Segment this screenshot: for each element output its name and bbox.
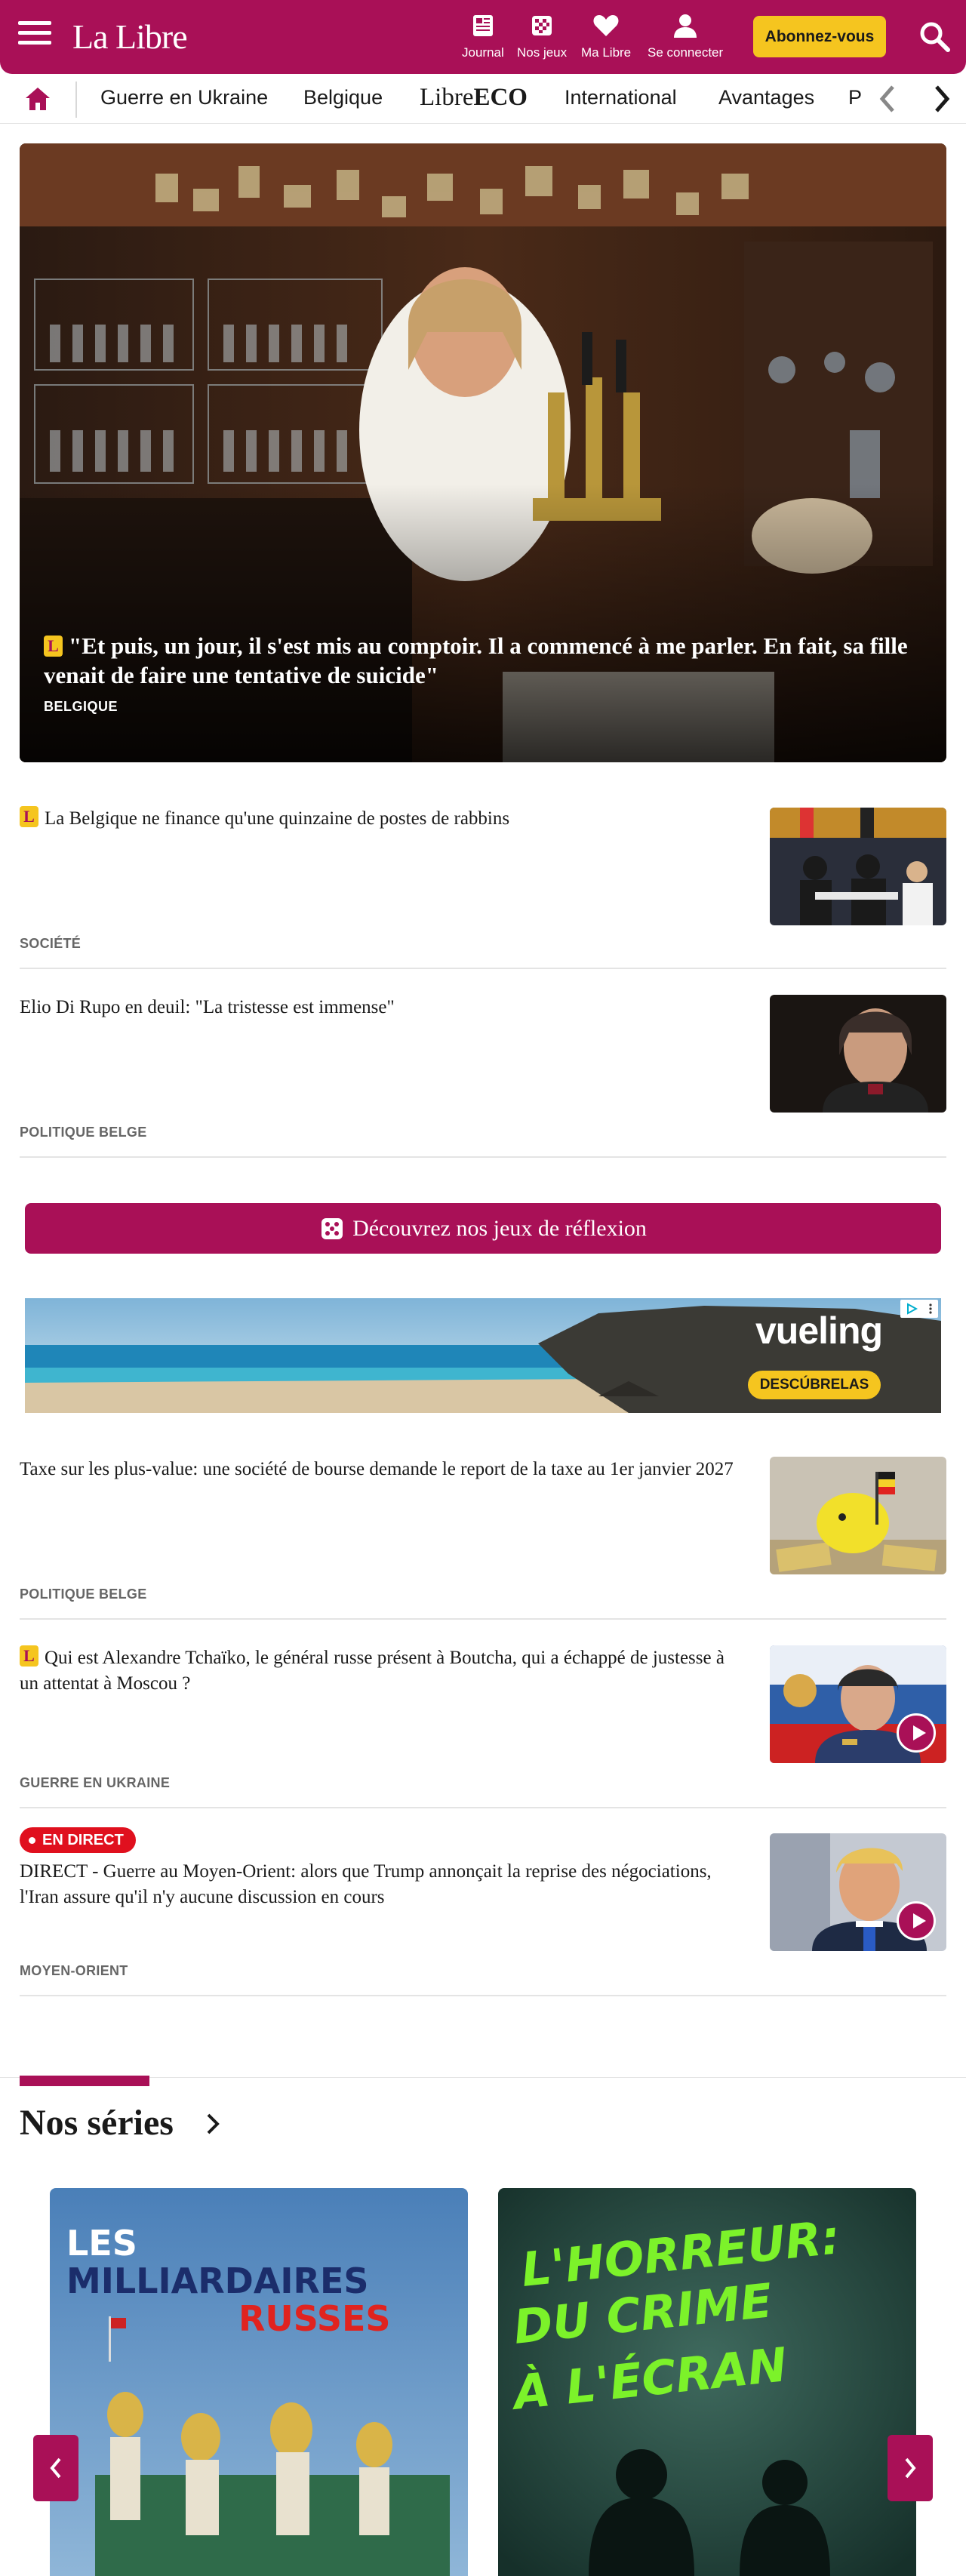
libre-eco-part2: ECO	[473, 84, 528, 111]
article-category[interactable]: SOCIÉTÉ	[20, 936, 81, 952]
nav-item-ukraine[interactable]: Guerre en Ukraine	[100, 86, 268, 109]
series-accent-bar	[20, 2076, 149, 2086]
article-card[interactable]: L La Belgique ne finance qu'une quinzaine…	[20, 806, 946, 972]
article-image	[770, 995, 946, 1113]
journal-label: Journal	[462, 45, 504, 60]
advertisement[interactable]: vueling DESCÚBRELAS	[25, 1298, 941, 1413]
article-thumbnail[interactable]	[770, 995, 946, 1113]
article-category[interactable]: MOYEN-ORIENT	[20, 1963, 128, 1979]
article-divider	[20, 1618, 946, 1620]
article-title[interactable]: Elio Di Rupo en deuil: "La tristesse est…	[20, 995, 737, 1020]
premium-badge: L	[20, 806, 38, 827]
hero-category[interactable]: BELGIQUE	[44, 699, 118, 715]
subscribe-button[interactable]: Abonnez-vous	[753, 16, 886, 57]
site-logo[interactable]: La Libre	[72, 17, 188, 57]
article-card[interactable]: Elio Di Rupo en deuil: "La tristesse est…	[20, 995, 946, 1161]
article-category[interactable]: POLITIQUE BELGE	[20, 1125, 147, 1140]
article-title-text: La Belgique ne finance qu'une quinzaine …	[45, 808, 510, 829]
nav-divider	[75, 82, 77, 118]
chevron-left-icon	[879, 85, 894, 112]
heart-icon	[593, 15, 619, 36]
games-nav[interactable]: Nos jeux	[517, 11, 567, 60]
ad-choices-badge[interactable]	[900, 1300, 938, 1318]
series-prev-button[interactable]	[33, 2435, 78, 2501]
article-card[interactable]: L Qui est Alexandre Tchaïko, le général r…	[20, 1645, 946, 1811]
more-options-icon	[929, 1303, 932, 1314]
ad-brand: vueling	[755, 1310, 883, 1352]
series-card-line2: MILLIARDAIRES	[66, 2261, 369, 2301]
section-nav: Guerre en Ukraine Belgique LibreECO Inte…	[0, 74, 966, 124]
series-card-line3: RUSSES	[238, 2298, 391, 2339]
article-divider	[20, 1156, 946, 1158]
article-card[interactable]: Taxe sur les plus-value: une société de …	[20, 1457, 946, 1623]
article-divider	[20, 1995, 946, 1996]
article-divider	[20, 1807, 946, 1808]
article-thumbnail[interactable]	[770, 808, 946, 925]
video-play-icon[interactable]	[897, 1901, 936, 1940]
article-title[interactable]: L La Belgique ne finance qu'une quinzaine…	[20, 806, 737, 832]
top-header: La Libre Journal Nos jeux Ma Libre Se co…	[0, 0, 966, 74]
hero-title[interactable]: L "Et puis, un jour, il s'est mis au comp…	[44, 631, 927, 690]
article-image	[770, 1457, 946, 1574]
article-divider	[20, 968, 946, 969]
article-title[interactable]: L Qui est Alexandre Tchaïko, le général r…	[20, 1645, 737, 1697]
libre-eco-part1: Libre	[420, 84, 474, 111]
series-next-button[interactable]	[888, 2435, 933, 2501]
nav-item-truncated[interactable]: P	[848, 86, 862, 109]
user-icon	[674, 14, 697, 38]
article-thumbnail[interactable]	[770, 1457, 946, 1574]
series-card[interactable]: L'HORREUR: DU CRIME À L'ÉCRAN	[498, 2188, 916, 2576]
search-icon[interactable]	[918, 20, 951, 53]
series-heading[interactable]: Nos séries	[20, 2102, 174, 2144]
ad-cta-button[interactable]: DESCÚBRELAS	[748, 1371, 881, 1399]
live-badge: EN DIRECT	[20, 1827, 136, 1853]
hero-article[interactable]: L "Et puis, un jour, il s'est mis au comp…	[20, 143, 946, 762]
article-image	[770, 808, 946, 925]
nav-next-arrow[interactable]	[924, 80, 960, 118]
home-icon[interactable]	[23, 85, 53, 113]
games-banner[interactable]: Découvrez nos jeux de réflexion	[25, 1203, 941, 1254]
chevron-right-icon[interactable]	[202, 2110, 225, 2137]
article-category[interactable]: GUERRE EN UKRAINE	[20, 1775, 170, 1791]
hero-title-text: "Et puis, un jour, il s'est mis au compt…	[44, 632, 908, 688]
games-banner-label: Découvrez nos jeux de réflexion	[352, 1215, 647, 1241]
live-badge-label: EN DIRECT	[42, 1831, 124, 1848]
premium-badge: L	[20, 1645, 38, 1667]
video-play-icon[interactable]	[897, 1713, 936, 1753]
article-thumbnail[interactable]	[770, 1645, 946, 1763]
series-card-line1: LES	[66, 2223, 137, 2264]
menu-icon[interactable]	[18, 21, 51, 51]
ma-libre-label: Ma Libre	[581, 45, 632, 60]
ma-libre-nav[interactable]: Ma Libre	[581, 11, 631, 60]
nav-item-international[interactable]: International	[565, 86, 677, 109]
dice-icon	[321, 1217, 343, 1239]
login-label: Se connecter	[648, 45, 724, 60]
games-label: Nos jeux	[517, 45, 568, 60]
nav-item-avantages[interactable]: Avantages	[718, 86, 814, 109]
chevron-right-icon	[935, 85, 950, 112]
chevron-right-icon	[905, 2458, 916, 2479]
login-nav[interactable]: Se connecter	[648, 11, 723, 60]
article-category[interactable]: POLITIQUE BELGE	[20, 1587, 147, 1602]
newspaper-icon	[472, 15, 493, 36]
live-dot-icon	[29, 1836, 35, 1844]
article-title[interactable]: DIRECT - Guerre au Moyen-Orient: alors q…	[20, 1859, 737, 1910]
nav-prev-arrow[interactable]	[869, 80, 906, 118]
series-card[interactable]: LES MILLIARDAIRES RUSSES	[50, 2188, 468, 2576]
nav-item-belgique[interactable]: Belgique	[303, 86, 383, 109]
article-title[interactable]: Taxe sur les plus-value: une société de …	[20, 1457, 737, 1482]
premium-badge: L	[44, 636, 63, 657]
article-thumbnail[interactable]	[770, 1833, 946, 1951]
article-card[interactable]: EN DIRECT DIRECT - Guerre au Moyen-Orien…	[20, 1827, 946, 2001]
games-grid-icon	[532, 16, 552, 35]
nav-item-libre-eco[interactable]: LibreECO	[420, 84, 528, 112]
journal-nav[interactable]: Journal	[462, 11, 504, 60]
chevron-left-icon	[50, 2458, 61, 2479]
article-title-text: Qui est Alexandre Tchaïko, le général ru…	[20, 1648, 724, 1694]
adchoices-icon	[907, 1303, 918, 1315]
